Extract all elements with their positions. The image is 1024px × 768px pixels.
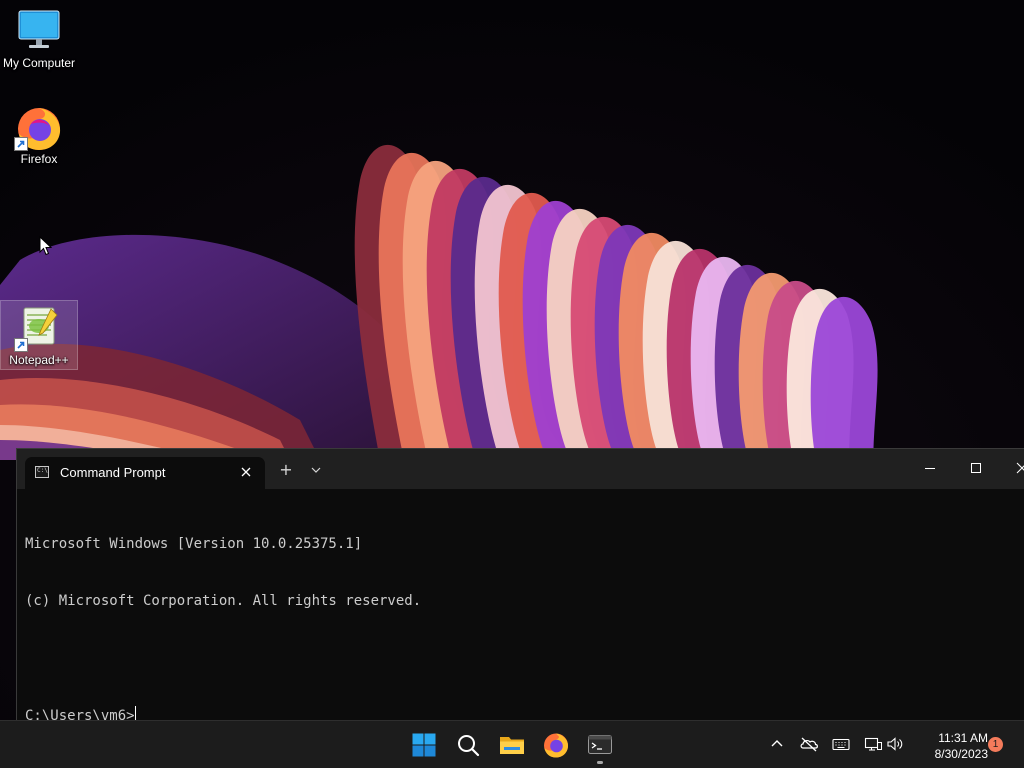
taskbar: 11:31 AM 8/30/2023 1: [0, 720, 1024, 768]
desktop-icon-label: My Computer: [2, 56, 76, 70]
start-button[interactable]: [404, 725, 444, 765]
minimize-icon: [925, 468, 935, 469]
desktop-icon-label: Notepad++: [9, 353, 69, 367]
close-icon: [1016, 462, 1024, 474]
clock-button[interactable]: 11:31 AM 8/30/2023: [912, 730, 988, 762]
folder-icon: [500, 737, 524, 754]
maximize-icon: [971, 463, 981, 473]
close-window-button[interactable]: [999, 449, 1024, 489]
network-icon: [864, 737, 882, 751]
running-indicator: [597, 761, 603, 764]
file-explorer-button[interactable]: [492, 725, 532, 765]
minimize-button[interactable]: [907, 449, 953, 489]
console-line: Microsoft Windows [Version 10.0.25375.1]: [25, 536, 363, 552]
console-line: (c) Microsoft Corporation. All rights re…: [25, 593, 422, 609]
input-indicator-button[interactable]: [830, 733, 852, 755]
firefox-icon: [14, 104, 61, 151]
new-tab-button[interactable]: +: [273, 457, 299, 483]
firefox-icon: [544, 733, 569, 758]
tab-command-prompt[interactable]: C:\ Command Prompt: [25, 457, 265, 489]
title-bar[interactable]: C:\ Command Prompt +: [17, 449, 1024, 489]
desktop: My Computer Firefox Notepad++ C:\ Comman…: [0, 0, 1024, 768]
chevron-down-icon: [311, 467, 321, 473]
keyboard-icon: [832, 738, 850, 751]
show-hidden-icons-button[interactable]: [766, 733, 788, 755]
clock-time: 11:31 AM: [938, 731, 988, 745]
desktop-icon-my-computer[interactable]: My Computer: [1, 8, 77, 70]
shortcut-arrow-icon: [14, 137, 28, 151]
firefox-taskbar-button[interactable]: [536, 725, 576, 765]
maximize-button[interactable]: [953, 449, 999, 489]
plus-icon: +: [279, 460, 293, 479]
tab-title: Command Prompt: [60, 465, 166, 480]
desktop-icon-notepadpp[interactable]: Notepad++: [0, 300, 78, 370]
desktop-icon-firefox[interactable]: Firefox: [1, 104, 77, 166]
clock-date: 8/30/2023: [934, 747, 988, 761]
terminal-taskbar-button[interactable]: [580, 725, 620, 765]
search-icon: [458, 735, 480, 757]
windows-logo-icon: [412, 733, 436, 757]
mouse-pointer-icon: [39, 236, 52, 256]
cloud-offline-icon: [800, 737, 818, 752]
close-icon: [241, 467, 251, 477]
speaker-icon: [887, 737, 903, 751]
desktop-icon-label: Firefox: [20, 152, 58, 166]
tab-dropdown-button[interactable]: [303, 457, 329, 483]
terminal-window[interactable]: C:\ Command Prompt + Microsoft Windows […: [16, 448, 1024, 724]
chevron-up-icon: [771, 740, 783, 747]
command-prompt-icon: C:\: [35, 466, 49, 478]
notification-badge[interactable]: 1: [988, 737, 1003, 752]
notepadpp-icon: [14, 305, 61, 352]
shortcut-arrow-icon: [14, 338, 28, 352]
terminal-icon: [588, 735, 612, 754]
onedrive-button[interactable]: [798, 733, 820, 755]
close-tab-button[interactable]: [237, 463, 255, 481]
network-button[interactable]: [862, 733, 884, 755]
volume-button[interactable]: [884, 733, 906, 755]
search-button[interactable]: [448, 725, 488, 765]
monitor-icon: [17, 8, 61, 52]
